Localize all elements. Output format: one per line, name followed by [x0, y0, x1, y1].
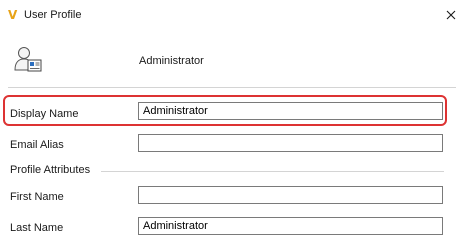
email-alias-label: Email Alias	[10, 139, 64, 151]
app-logo-icon: V	[8, 8, 18, 22]
group-divider	[101, 171, 444, 172]
divider	[8, 87, 456, 88]
display-name-input[interactable]	[138, 102, 443, 120]
user-card-icon	[14, 47, 42, 72]
email-alias-input[interactable]	[138, 134, 443, 152]
user-name: Administrator	[139, 55, 204, 67]
first-name-input[interactable]	[138, 186, 443, 204]
first-name-label: First Name	[10, 191, 64, 203]
profile-attributes-label: Profile Attributes	[10, 164, 91, 176]
last-name-label: Last Name	[10, 222, 64, 234]
close-button[interactable]	[436, 0, 466, 30]
last-name-input[interactable]	[138, 217, 443, 235]
window-title: User Profile	[24, 9, 82, 21]
close-icon	[446, 10, 456, 20]
display-name-label: Display Name	[10, 108, 79, 120]
title-bar: V User Profile	[0, 0, 466, 30]
